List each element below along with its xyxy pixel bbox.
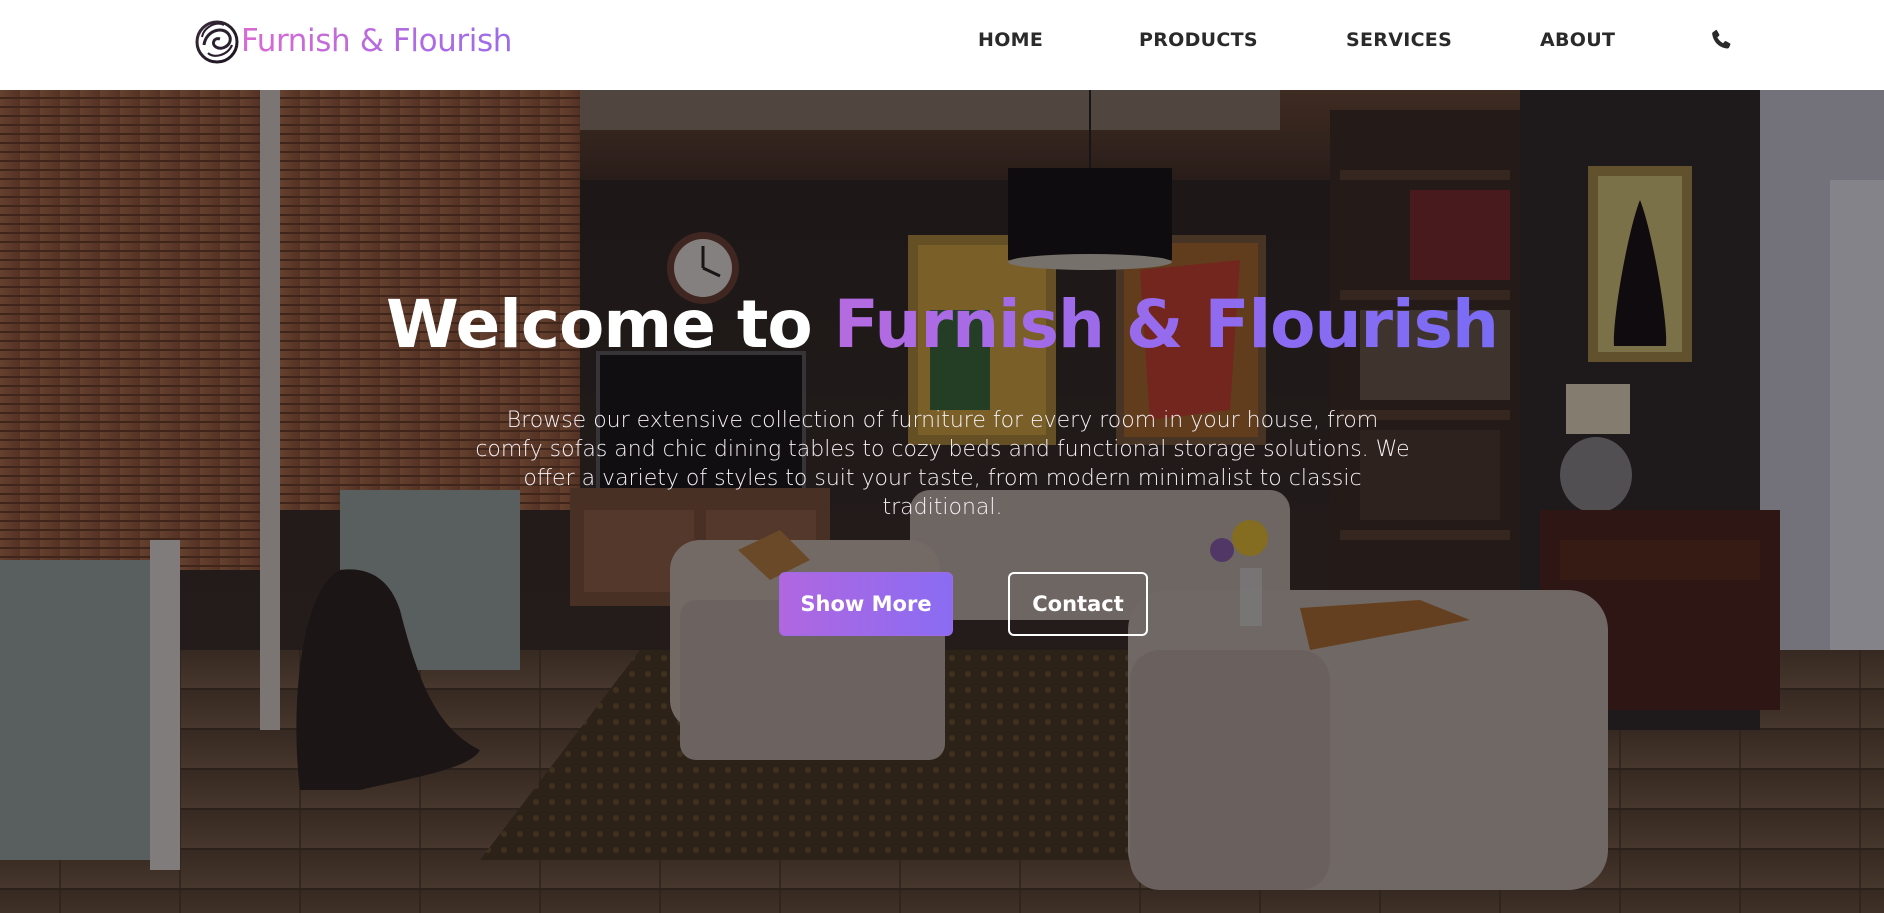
hero-title-brand: Furnish & Flourish bbox=[833, 286, 1499, 363]
hero-title-prefix: Welcome to bbox=[386, 286, 834, 363]
nav-home-link[interactable]: HOME bbox=[978, 29, 1043, 51]
nav-about-link[interactable]: ABOUT bbox=[1540, 29, 1615, 51]
phone-icon[interactable] bbox=[1709, 28, 1733, 52]
nav-menu: HOME PRODUCTS SERVICES ABOUT bbox=[0, 0, 1884, 84]
contact-button[interactable]: Contact bbox=[1008, 572, 1148, 636]
nav-services-link[interactable]: SERVICES bbox=[1346, 29, 1452, 51]
navbar: Furnish & Flourish HOME PRODUCTS SERVICE… bbox=[0, 0, 1884, 90]
hero-title: Welcome to Furnish & Flourish bbox=[0, 285, 1884, 365]
hero-section: Welcome to Furnish & Flourish Browse our… bbox=[0, 90, 1884, 913]
show-more-button[interactable]: Show More bbox=[779, 572, 953, 636]
nav-products-link[interactable]: PRODUCTS bbox=[1139, 29, 1258, 51]
hero-description: Browse our extensive collection of furni… bbox=[475, 408, 1410, 520]
